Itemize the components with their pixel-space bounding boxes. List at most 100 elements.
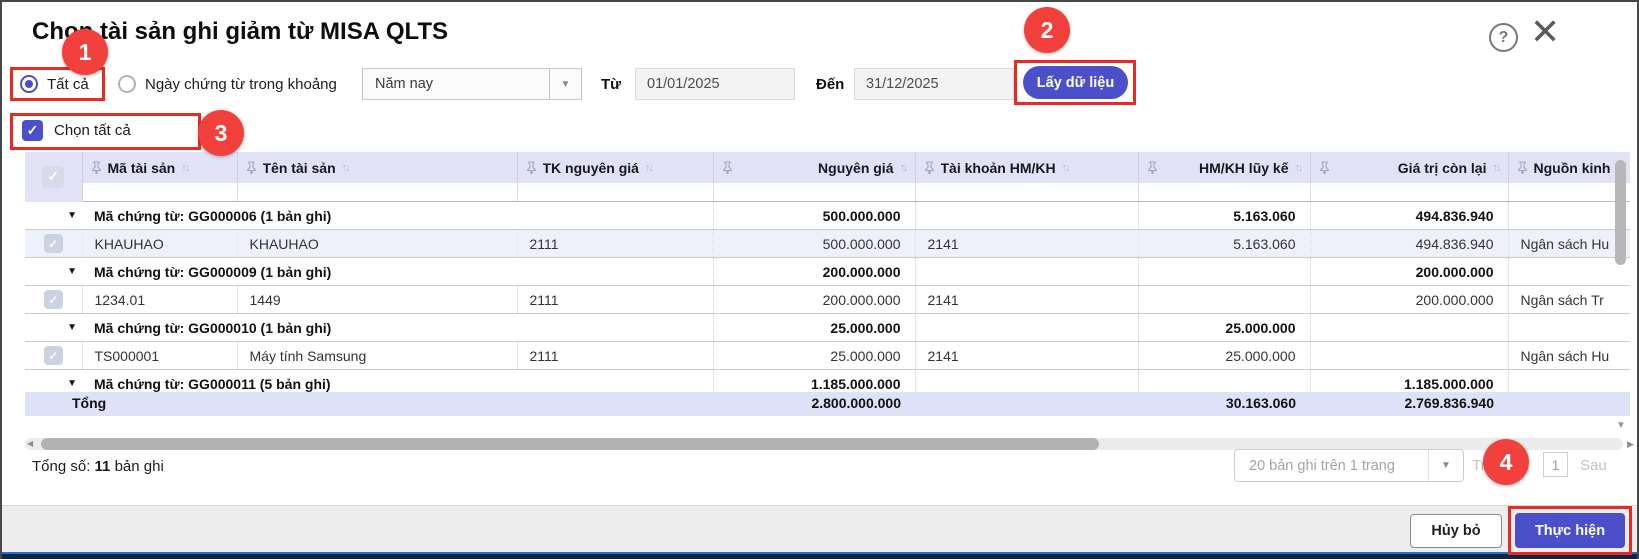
- group-label: Mã chứng từ: GG000010 (1 bản ghi): [82, 314, 713, 342]
- to-label: Đến: [816, 76, 844, 93]
- chevron-down-icon[interactable]: ▼: [1428, 450, 1463, 481]
- checkbox-checked-icon: ✓: [22, 120, 43, 141]
- cell-hm-kh-luy-ke: [1138, 286, 1310, 314]
- vertical-scrollbar[interactable]: [1615, 160, 1626, 265]
- sort-icon[interactable]: ↑↓: [1295, 162, 1302, 174]
- empty-cell: [1508, 202, 1630, 230]
- group-con-lai: [1310, 314, 1508, 342]
- pin-icon[interactable]: [526, 161, 537, 174]
- column-header-ma-tai-san[interactable]: Mã tài sản ↑↓: [82, 152, 237, 183]
- record-count: Tổng số: 11 bản ghi: [32, 458, 164, 475]
- submit-button[interactable]: Thực hiện: [1515, 513, 1625, 548]
- column-header-tai-khoan-hm-kh[interactable]: Tài khoản HM/KH ↑↓: [915, 152, 1138, 183]
- cell-tk-nguyen-gia: 2111: [517, 342, 713, 370]
- cell-nguyen-gia: 500.000.000: [713, 230, 915, 258]
- table-row[interactable]: ✓ TS000001 Máy tính Samsung 2111 25.000.…: [25, 342, 1630, 370]
- window-bottom-edge: [2, 552, 1637, 559]
- group-label: Mã chứng từ: GG000009 (1 bản ghi): [82, 258, 713, 286]
- table-row[interactable]: ✓ KHAUHAO KHAUHAO 2111 500.000.000 2141 …: [25, 230, 1630, 258]
- group-nguyen-gia: 200.000.000: [713, 258, 915, 286]
- cell-hm-kh-luy-ke: 5.163.060: [1138, 230, 1310, 258]
- pin-icon[interactable]: [1319, 161, 1330, 174]
- cancel-button[interactable]: Hủy bỏ: [1410, 514, 1502, 548]
- row-checkbox-icon[interactable]: ✓: [44, 234, 63, 253]
- radio-range-label: Ngày chứng từ trong khoảng: [145, 76, 337, 93]
- help-icon[interactable]: ?: [1489, 23, 1518, 52]
- sort-icon[interactable]: ↑↓: [342, 162, 349, 174]
- header-checkbox-icon: ✓: [42, 166, 64, 188]
- group-con-lai: 494.836.940: [1310, 202, 1508, 230]
- filter-cell[interactable]: [1310, 183, 1508, 202]
- group-label: Mã chứng từ: GG000006 (1 bản ghi): [82, 202, 713, 230]
- cell-ten-tai-san: KHAUHAO: [237, 230, 517, 258]
- group-row: ▼ Mã chứng từ: GG000010 (1 bản ghi) 25.0…: [25, 314, 1630, 342]
- row-checkbox-icon[interactable]: ✓: [44, 346, 63, 365]
- cell-nguon-kinh-phi: Ngân sách Hu: [1508, 342, 1630, 370]
- horizontal-scrollbar-thumb[interactable]: [41, 438, 1099, 450]
- pin-icon[interactable]: [1147, 161, 1158, 174]
- column-header-gia-tri-con-lai[interactable]: Giá trị còn lại ↑↓: [1310, 152, 1508, 183]
- header-checkbox-cell[interactable]: ✓: [25, 152, 82, 202]
- page-size-dropdown[interactable]: 20 bản ghi trên 1 trang ▼: [1234, 449, 1464, 482]
- page-size-value: 20 bản ghi trên 1 trang: [1235, 458, 1428, 474]
- sort-icon[interactable]: ↑↓: [645, 162, 652, 174]
- filter-cell[interactable]: [1508, 183, 1630, 202]
- column-header-hm-kh-luy-ke[interactable]: HM/KH lũy kế ↑↓: [1138, 152, 1310, 183]
- column-header-tk-nguyen-gia[interactable]: TK nguyên giá ↑↓: [517, 152, 713, 183]
- pin-icon[interactable]: [91, 161, 102, 174]
- pin-icon[interactable]: [924, 161, 935, 174]
- filter-cell[interactable]: [237, 183, 517, 202]
- table-row[interactable]: ✓ 1234.01 1449 2111 200.000.000 2141 200…: [25, 286, 1630, 314]
- sort-icon[interactable]: ↑↓: [181, 162, 188, 174]
- page-number-box[interactable]: 1: [1543, 452, 1568, 477]
- cell-ma-tai-san: KHAUHAO: [82, 230, 237, 258]
- fetch-data-button[interactable]: Lấy dữ liệu: [1023, 66, 1128, 99]
- cell-tk-nguyen-gia: 2111: [517, 230, 713, 258]
- column-header-nguon-kinh-phi[interactable]: Nguồn kinh: [1508, 152, 1630, 183]
- cell-gia-tri-con-lai: 494.836.940: [1310, 230, 1508, 258]
- chevron-down-icon[interactable]: ▼: [549, 69, 581, 99]
- sort-icon[interactable]: ↑↓: [1493, 162, 1500, 174]
- filter-cell[interactable]: [713, 183, 915, 202]
- total-gia-tri-con-lai: 2.769.836.940: [1310, 395, 1494, 411]
- group-hm-kh: 25.000.000: [1138, 314, 1310, 342]
- period-dropdown[interactable]: Năm nay ▼: [362, 68, 582, 100]
- from-date-input[interactable]: 01/01/2025: [635, 68, 795, 100]
- to-date-input[interactable]: 31/12/2025: [854, 68, 1014, 100]
- scroll-right-icon[interactable]: ▶: [1627, 439, 1634, 450]
- pin-icon[interactable]: [1517, 161, 1528, 174]
- select-all-checkbox[interactable]: ✓ Chọn tất cả: [22, 120, 131, 141]
- action-bar: [2, 505, 1637, 556]
- close-icon[interactable]: ✕: [1530, 14, 1560, 50]
- cell-hm-kh-luy-ke: 25.000.000: [1138, 342, 1310, 370]
- cell-nguon-kinh-phi: Ngân sách Tr: [1508, 286, 1630, 314]
- cell-ma-tai-san: TS000001: [82, 342, 237, 370]
- radio-date-range[interactable]: Ngày chứng từ trong khoảng: [118, 75, 337, 93]
- cell-tai-khoan-hm-kh: 2141: [915, 286, 1138, 314]
- scroll-left-icon[interactable]: ◀: [27, 439, 33, 448]
- radio-all[interactable]: Tất cả: [20, 75, 89, 93]
- callout-badge-4: 4: [1483, 439, 1529, 485]
- cell-tai-khoan-hm-kh: 2141: [915, 230, 1138, 258]
- scroll-down-icon[interactable]: ▼: [1616, 420, 1626, 431]
- filter-cell[interactable]: [915, 183, 1138, 202]
- row-checkbox-icon[interactable]: ✓: [44, 290, 63, 309]
- filter-cell[interactable]: [1138, 183, 1310, 202]
- record-count-value: 11: [95, 458, 111, 475]
- record-count-suffix: bản ghi: [115, 458, 164, 475]
- column-header-ten-tai-san[interactable]: Tên tài sản ↑↓: [237, 152, 517, 183]
- filter-cell[interactable]: [82, 183, 237, 202]
- dialog-chon-tai-san: Chọn tài sản ghi giảm từ MISA QLTS ? ✕ T…: [0, 0, 1639, 559]
- pin-icon[interactable]: [246, 161, 257, 174]
- collapse-icon[interactable]: ▼: [25, 202, 82, 230]
- filter-cell[interactable]: [517, 183, 713, 202]
- cell-nguyen-gia: 200.000.000: [713, 286, 915, 314]
- radio-unselected-icon: [118, 75, 136, 93]
- next-page-button[interactable]: Sau: [1580, 457, 1607, 474]
- sort-icon[interactable]: ↑↓: [1062, 162, 1069, 174]
- column-header-nguyen-gia[interactable]: Nguyên giá ↑↓: [713, 152, 915, 183]
- collapse-icon[interactable]: ▼: [25, 314, 82, 342]
- sort-icon[interactable]: ↑↓: [900, 162, 907, 174]
- collapse-icon[interactable]: ▼: [25, 258, 82, 286]
- pin-icon[interactable]: [722, 161, 733, 174]
